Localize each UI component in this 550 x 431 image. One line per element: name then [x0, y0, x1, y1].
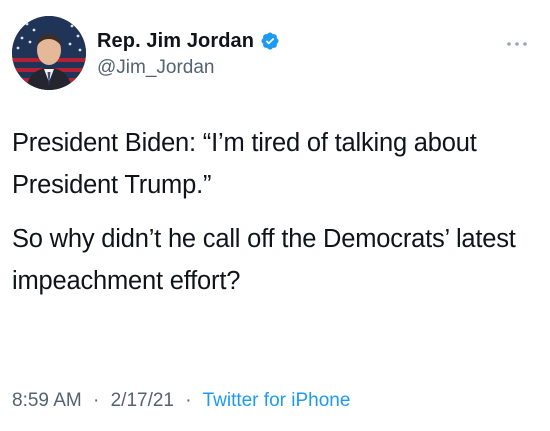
tweet-text: President Biden: “I’m tired of talking a…: [12, 122, 532, 314]
tweet-meta: 8:59 AM · 2/17/21 · Twitter for iPhone: [12, 390, 350, 412]
tweet-card: Rep. Jim Jordan @Jim_Jordan President Bi…: [0, 0, 550, 431]
tweet-paragraph: So why didn’t he call off the Democrats’…: [12, 225, 516, 295]
author-row: Rep. Jim Jordan: [97, 28, 280, 54]
avatar[interactable]: [12, 16, 86, 90]
tweet-source-link[interactable]: Twitter for iPhone: [203, 390, 351, 411]
verified-badge-icon: [260, 31, 280, 51]
avatar-image: [12, 16, 86, 90]
author-handle[interactable]: @Jim_Jordan: [97, 57, 215, 79]
more-options-icon[interactable]: [506, 36, 528, 46]
tweet-paragraph: President Biden: “I’m tired of talking a…: [12, 129, 477, 199]
author-display-name[interactable]: Rep. Jim Jordan: [97, 30, 254, 53]
tweet-time[interactable]: 8:59 AM: [12, 390, 82, 411]
tweet-date[interactable]: 2/17/21: [111, 390, 174, 411]
meta-separator: ·: [93, 390, 100, 411]
meta-separator: ·: [185, 390, 192, 411]
